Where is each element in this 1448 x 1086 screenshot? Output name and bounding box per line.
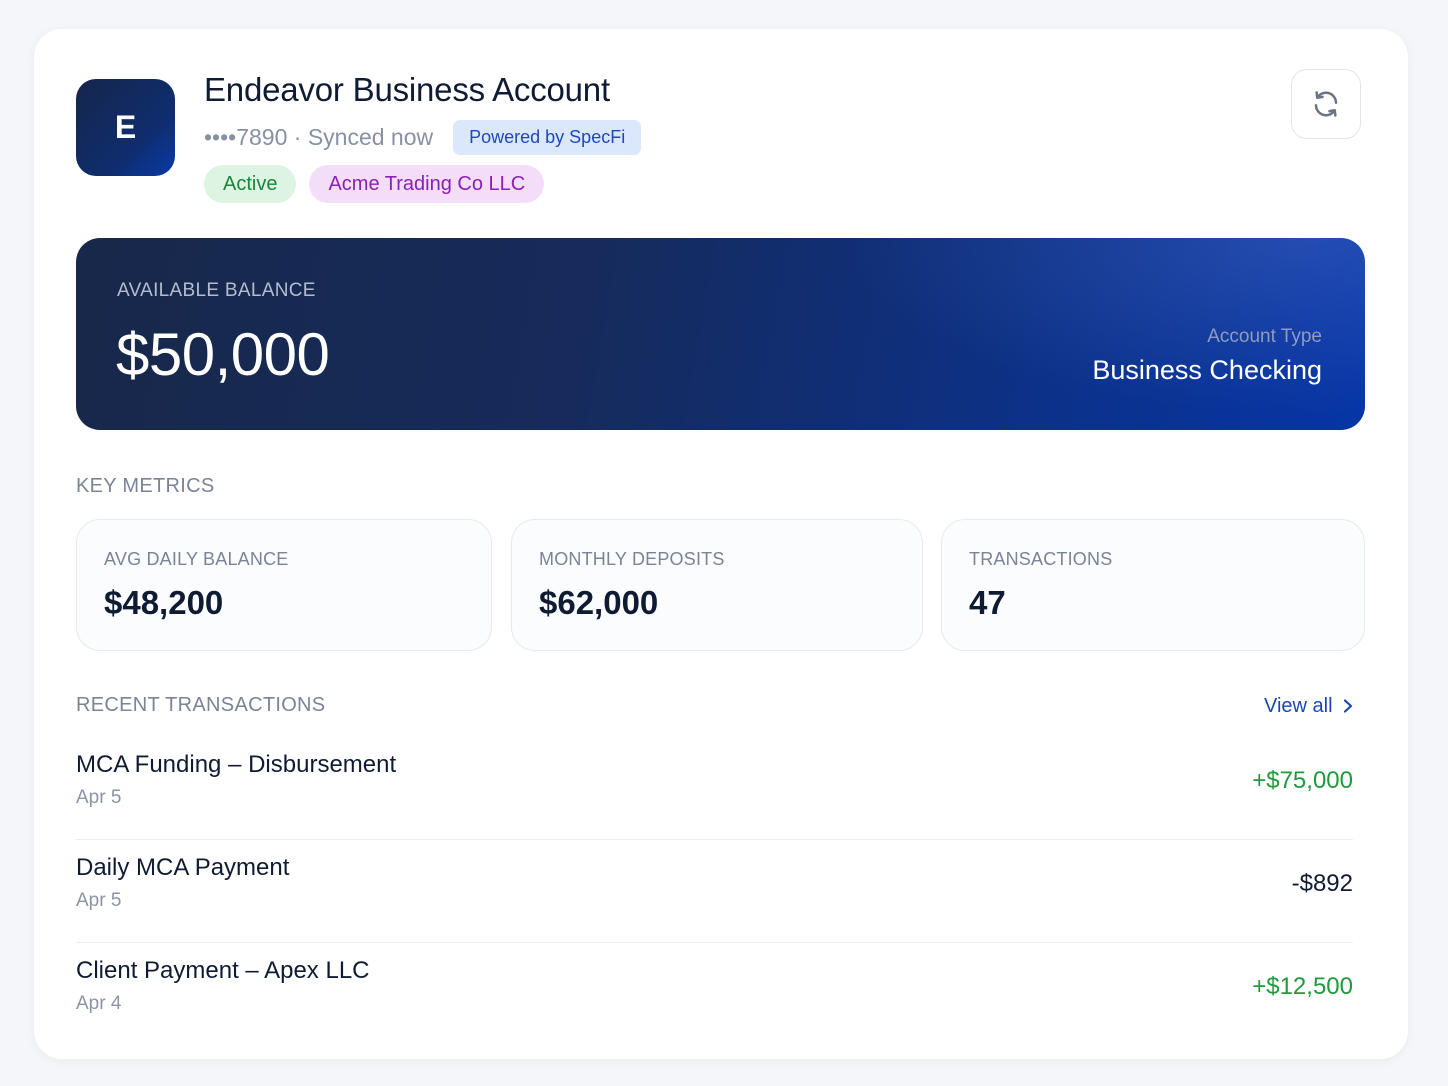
metric-value: $62,000 [539, 584, 659, 621]
company-badge: Acme Trading Co LLC [309, 165, 545, 203]
metric-avg-daily-balance: AVG DAILY BALANCE $48,200 [76, 519, 492, 651]
metric-value: $48,200 [104, 584, 224, 621]
transaction-date: Apr 5 [76, 787, 122, 808]
account-title: Endeavor Business Account [204, 71, 610, 108]
transaction-amount: +$75,000 [1252, 767, 1353, 794]
transaction-name: Daily MCA Payment [76, 854, 290, 881]
transaction-row[interactable]: Client Payment – Apex LLC Apr 4 +$12,500 [76, 943, 1353, 1046]
view-all-label: View all [1264, 694, 1333, 717]
transaction-amount: -$892 [1291, 870, 1353, 897]
powered-by-badge: Powered by SpecFi [453, 119, 642, 155]
available-balance-label: AVAILABLE BALANCE [117, 280, 316, 301]
refresh-button[interactable] [1291, 69, 1361, 139]
metric-transactions: TRANSACTIONS 47 [941, 519, 1365, 651]
transaction-name: Client Payment – Apex LLC [76, 957, 370, 984]
avatar-letter: E [114, 109, 137, 145]
transaction-amount: +$12,500 [1252, 973, 1353, 1000]
account-card: E Endeavor Business Account ••••7890 · S… [34, 29, 1408, 1059]
transaction-name: MCA Funding – Disbursement [76, 751, 397, 778]
account-type-label: Account Type [1207, 326, 1322, 347]
account-meta-line: ••••7890 · Synced now Powered by SpecFi [204, 119, 642, 155]
status-badge: Active [204, 165, 297, 203]
transaction-date: Apr 5 [76, 890, 122, 911]
transaction-row[interactable]: MCA Funding – Disbursement Apr 5 +$75,00… [76, 737, 1353, 840]
balance-card: AVAILABLE BALANCE $50,000 Account Type B… [76, 238, 1365, 430]
account-number-sync-status: ••••7890 · Synced now [204, 123, 434, 150]
refresh-icon [1314, 91, 1338, 117]
account-type-value: Business Checking [1092, 355, 1322, 385]
transaction-row[interactable]: Daily MCA Payment Apr 5 -$892 [76, 840, 1353, 943]
available-balance-amount: $50,000 [116, 321, 330, 388]
key-metrics-heading: KEY METRICS [76, 475, 215, 497]
metric-value: 47 [969, 584, 1006, 621]
metric-label: AVG DAILY BALANCE [104, 549, 289, 569]
metric-label: TRANSACTIONS [969, 549, 1113, 569]
recent-transactions-heading: RECENT TRANSACTIONS [76, 694, 326, 716]
chevron-right-icon [1343, 699, 1352, 713]
transaction-date: Apr 4 [76, 993, 122, 1014]
account-avatar: E [76, 79, 175, 176]
metric-monthly-deposits: MONTHLY DEPOSITS $62,000 [511, 519, 923, 651]
metric-label: MONTHLY DEPOSITS [539, 549, 725, 569]
account-badges: Active Acme Trading Co LLC [204, 165, 545, 203]
view-all-link[interactable]: View all [1264, 693, 1355, 719]
